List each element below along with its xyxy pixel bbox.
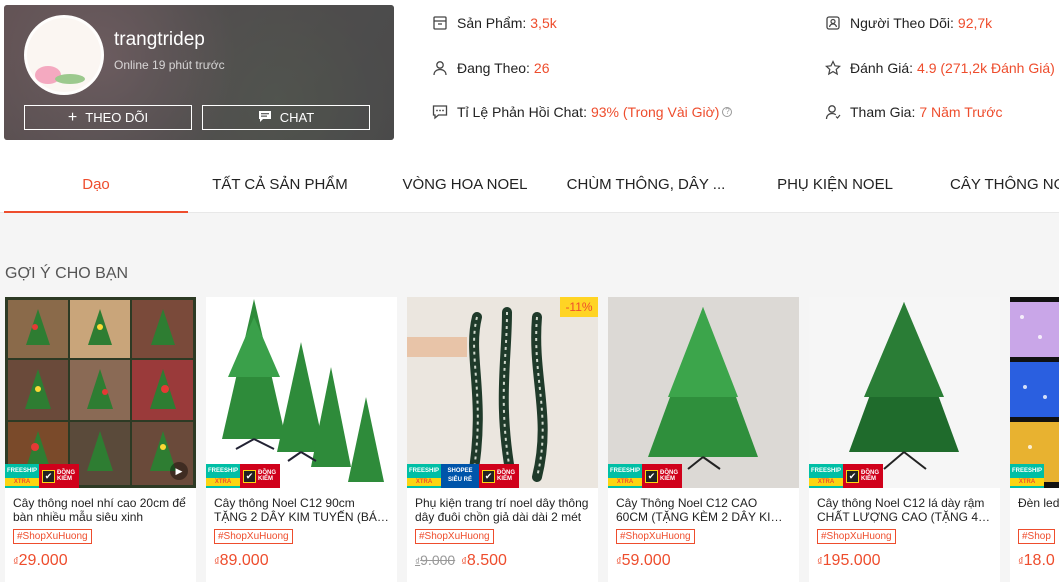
star-icon (825, 60, 841, 76)
product-tag[interactable]: #ShopXuHuong (817, 529, 896, 544)
product-price: ₫29.000 (13, 552, 68, 569)
stat-followers[interactable]: Người Theo Dõi: 92,7k (825, 15, 992, 31)
product-badges: FREESHIP XTRA (1010, 464, 1044, 488)
tab-vong-hoa-noel[interactable]: VÒNG HOA NOEL (375, 160, 555, 213)
product-image: -11% FREESHIP XTRA SHOPEE SIÊU RẺ ✔ ĐỒNG KIỂ… (407, 297, 598, 488)
stat-joined[interactable]: Tham Gia: 7 Năm Trước (825, 104, 1002, 120)
product-price: ₫89.000 (214, 552, 269, 569)
shop-card: trangtridep Online 19 phút trước + THEO … (4, 5, 394, 140)
product-card[interactable]: FREESHIP XTRA ✔ ĐỒNG KIỂM Cây thông Noel C1… (809, 297, 1000, 582)
stat-rating[interactable]: Đánh Giá: 4.9 (271,2k Đánh Giá) (825, 60, 1055, 76)
product-name: Cây thông Noel C12 90cm TẶNG 2 DÂY KIM T… (214, 496, 389, 524)
product-card[interactable]: FREESHIP XTRA ✔ ĐỒNG KIỂM Cây thông Noel C1… (206, 297, 397, 582)
product-name: Phụ kiện trang trí noel dây thông dây đu… (415, 496, 589, 524)
help-icon[interactable]: ? (722, 107, 733, 117)
product-badges: FREESHIP XTRA ✔ ĐỒNG KIỂM (608, 464, 682, 488)
shop-header: trangtridep Online 19 phút trước + THEO … (0, 0, 1059, 160)
store-icon (432, 15, 448, 31)
chat-bubble-icon (258, 110, 272, 126)
product-image: FREESHIP XTRA (1010, 297, 1059, 488)
product-badges: FREESHIP XTRA SHOPEE SIÊU RẺ ✔ ĐỒNG KIỂM (407, 464, 519, 488)
category-tabs: Dạo TẤT CẢ SẢN PHẨM VÒNG HOA NOEL CHÙM T… (0, 160, 1059, 213)
product-badges: FREESHIP XTRA ✔ ĐỒNG KIỂM (809, 464, 883, 488)
stat-products[interactable]: Sản Phẩm: 3,5k (432, 15, 557, 31)
freeship-badge: FREESHIP XTRA (5, 464, 39, 488)
shop-name[interactable]: trangtridep (114, 29, 205, 51)
user-icon (432, 60, 448, 76)
product-tag[interactable]: #ShopXuHuong (13, 529, 92, 544)
discount-badge: -11% (560, 297, 598, 317)
follow-button[interactable]: + THEO DÕI (24, 105, 192, 130)
play-video-icon[interactable]: ▶ (170, 462, 188, 480)
dong-kiem-badge: ✔ ĐỒNG KIỂM (843, 464, 883, 488)
dong-kiem-badge: ✔ ĐỒNG KIỂM (479, 464, 519, 488)
tab-chum-thong[interactable]: CHÙM THÔNG, DÂY ... (556, 160, 736, 213)
freeship-badge: FREESHIP XTRA (1010, 464, 1044, 488)
tab-all-products[interactable]: TẤT CẢ SẢN PHẨM (190, 160, 370, 213)
product-tag[interactable]: #ShopXuHuong (415, 529, 494, 544)
shop-online-status: Online 19 phút trước (114, 58, 225, 72)
old-price: ₫9.000 (415, 552, 456, 568)
freeship-badge: FREESHIP XTRA (608, 464, 642, 488)
product-badges: FREESHIP XTRA ✔ ĐỒNG KIỂM (5, 464, 79, 488)
product-price: ₫9.000 ₫8.500 (415, 552, 507, 569)
product-price: ₫195.000 (817, 552, 881, 569)
product-image: FREESHIP XTRA ✔ ĐỒNG KIỂM (206, 297, 397, 488)
dong-kiem-badge: ✔ ĐỒNG KIỂM (642, 464, 682, 488)
product-badges: FREESHIP XTRA ✔ ĐỒNG KIỂM (206, 464, 280, 488)
product-tag[interactable]: #Shop (1018, 529, 1055, 544)
freeship-badge: FREESHIP XTRA (809, 464, 843, 488)
product-card[interactable]: FREESHIPXTRA Đèn led trí Noel #Shop ₫18.… (1010, 297, 1059, 582)
tab-dao[interactable]: Dạo (4, 160, 188, 213)
product-tag[interactable]: #ShopXuHuong (616, 529, 695, 544)
product-tag[interactable]: #ShopXuHuong (214, 529, 293, 544)
freeship-badge: FREESHIP XTRA (407, 464, 441, 488)
dong-kiem-badge: ✔ ĐỒNG KIỂM (39, 464, 79, 488)
product-card[interactable]: FREESHIP XTRA ✔ ĐỒNG KIỂM Cây Thông Noel C1… (608, 297, 799, 582)
chat-icon (432, 104, 448, 120)
product-image: FREESHIP XTRA ✔ ĐỒNG KIỂM ▶ (5, 297, 196, 488)
tab-phu-kien-noel[interactable]: PHỤ KIỆN NOEL (745, 160, 925, 213)
product-price: ₫18.0 (1018, 552, 1055, 569)
dong-kiem-badge: ✔ ĐỒNG KIỂM (240, 464, 280, 488)
section-title: GỢI Ý CHO BẠN (5, 265, 129, 282)
tab-cay-thong-noel[interactable]: CÂY THÔNG NO (950, 160, 1059, 213)
plus-icon: + (67, 108, 78, 126)
chat-button[interactable]: CHAT (202, 105, 370, 130)
shop-avatar[interactable] (24, 15, 104, 95)
product-name: Cây thông Noel C12 lá dày rậm CHẤT LƯỢNG… (817, 496, 991, 524)
product-price: ₫59.000 (616, 552, 671, 569)
chat-label: CHAT (279, 110, 315, 125)
product-card[interactable]: -11% FREESHIP XTRA SHOPEE SIÊU RẺ ✔ ĐỒNG KIỂ… (407, 297, 598, 582)
product-name: Cây Thông Noel C12 CAO 60CM (TẶNG KÈM 2 … (616, 496, 783, 524)
product-name: Đèn led trí Noel (1018, 496, 1059, 510)
sieu-re-badge: SHOPEE SIÊU RẺ (441, 464, 479, 488)
follow-label: THEO DÕI (85, 110, 149, 125)
followers-icon (825, 15, 841, 31)
freeship-badge: FREESHIP XTRA (206, 464, 240, 488)
stat-following[interactable]: Đang Theo: 26 (432, 60, 549, 76)
product-card[interactable]: FREESHIP XTRA ✔ ĐỒNG KIỂM ▶ Cây thông noel … (5, 297, 196, 582)
product-name: Cây thông noel nhí cao 20cm để bàn nhiều… (13, 496, 186, 524)
product-image: FREESHIP XTRA ✔ ĐỒNG KIỂM (608, 297, 799, 488)
product-image: FREESHIP XTRA ✔ ĐỒNG KIỂM (809, 297, 1000, 488)
stat-response-rate[interactable]: Tỉ Lệ Phản Hồi Chat: 93% (Trong Vài Giờ)… (432, 104, 733, 120)
user-joined-icon (825, 104, 841, 120)
